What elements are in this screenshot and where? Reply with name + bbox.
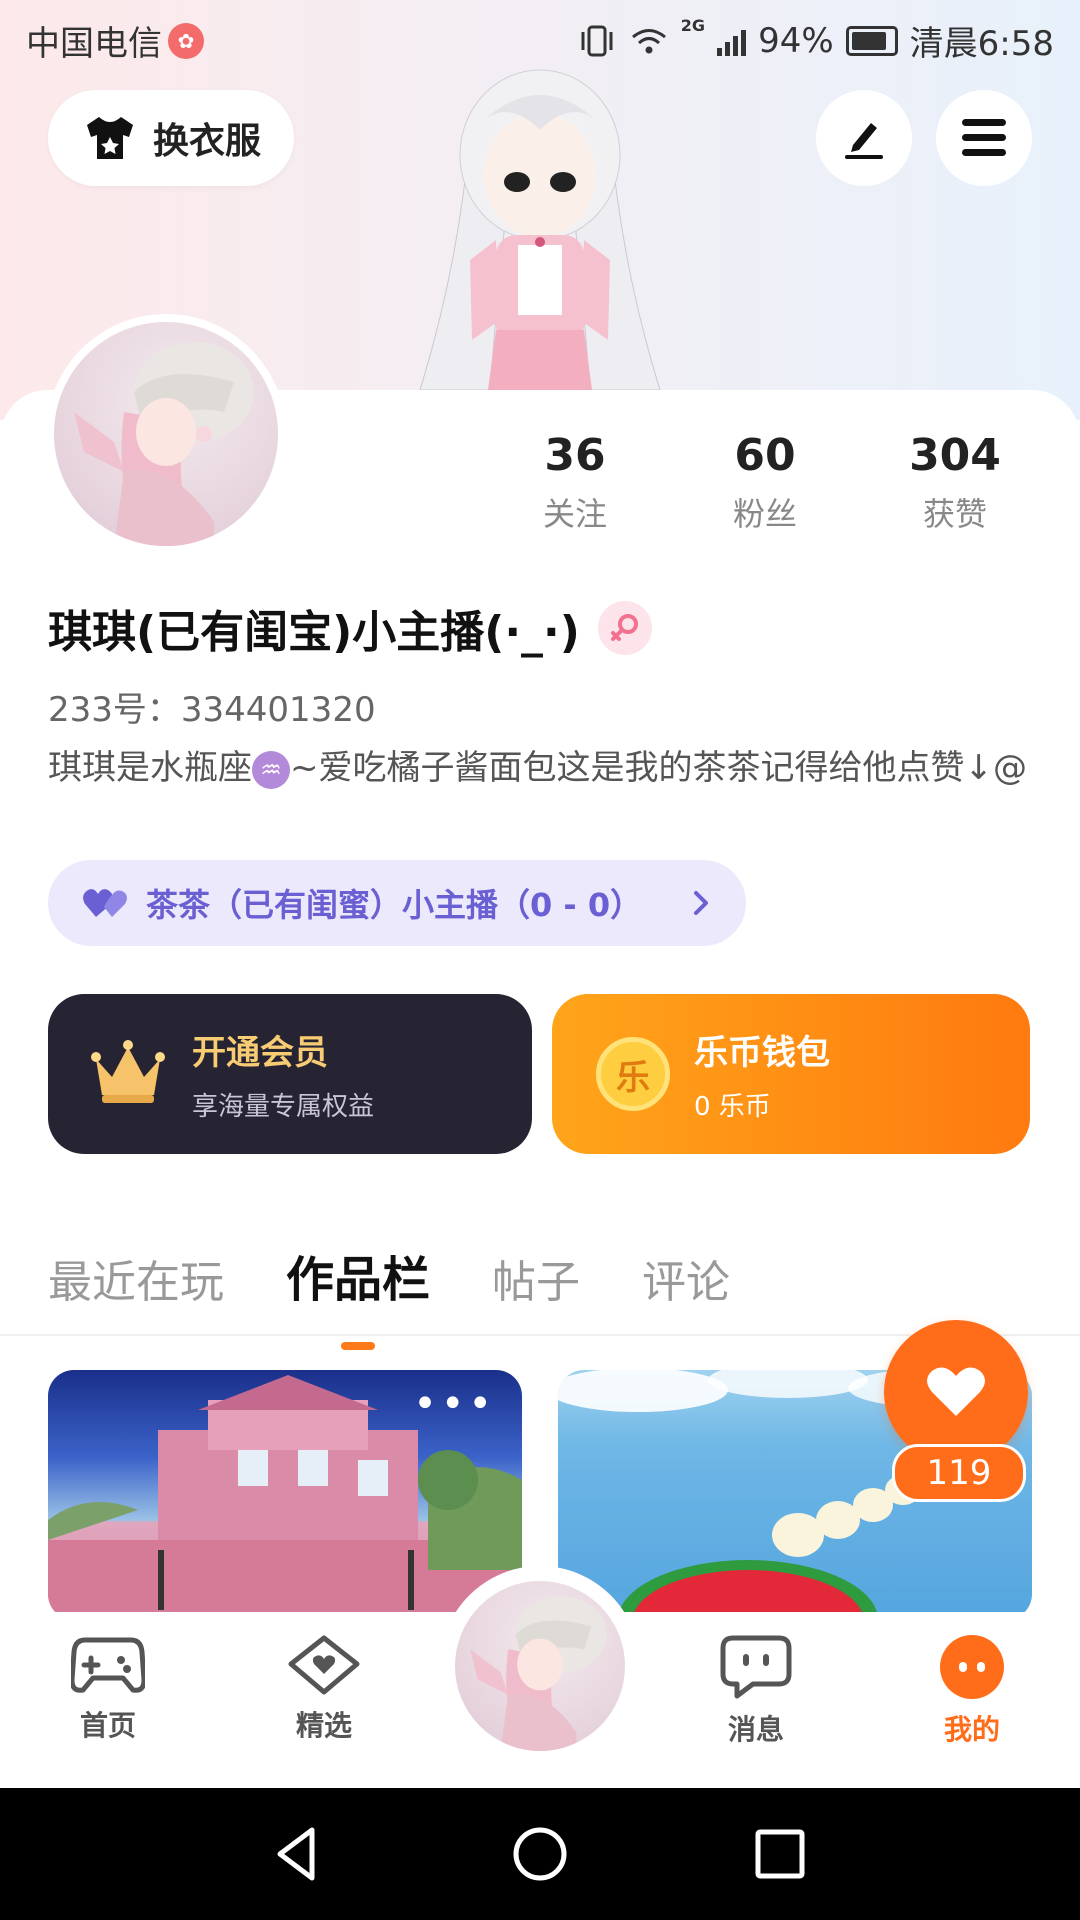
battery-icon — [845, 25, 898, 56]
aquarius-icon: ♒ — [252, 750, 290, 789]
content-tabs: 最近在玩 作品栏 帖子 评论 — [48, 1240, 730, 1350]
tab-works-label: 作品栏 — [286, 1252, 431, 1308]
nav-featured[interactable]: 精选 — [254, 1634, 394, 1744]
wallet-card[interactable]: 乐 乐币钱包 0 乐币 — [552, 994, 1030, 1154]
like-button[interactable] — [884, 1320, 1028, 1464]
active-tab-indicator — [341, 1342, 375, 1350]
chat-icon — [720, 1635, 792, 1699]
following-stat[interactable]: 36 关注 — [480, 430, 670, 535]
tab-posts[interactable]: 帖子 — [492, 1246, 580, 1310]
followers-stat[interactable]: 60 粉丝 — [670, 430, 860, 535]
network-type-label: 2G — [680, 16, 706, 35]
followers-count: 60 — [734, 430, 796, 481]
nav-messages[interactable]: 消息 — [686, 1634, 826, 1748]
double-heart-icon — [83, 889, 127, 917]
carrier-label: 中国电信 — [26, 24, 162, 64]
gamepad-icon — [69, 1637, 147, 1693]
likes-label: 获赞 — [922, 495, 987, 533]
avatar-image — [74, 342, 254, 546]
home-icon[interactable] — [508, 1822, 572, 1886]
nav-home-label: 首页 — [79, 1709, 136, 1742]
menu-icon — [962, 119, 1006, 156]
heart-diamond-icon — [288, 1635, 360, 1695]
tab-works[interactable]: 作品栏 — [286, 1240, 431, 1350]
more-options-icon[interactable]: ••• — [413, 1384, 496, 1424]
back-icon[interactable] — [266, 1822, 330, 1886]
menu-button[interactable] — [936, 90, 1032, 186]
vip-membership-card[interactable]: 开通会员 享海量专属权益 — [48, 994, 532, 1154]
shirt-icon — [86, 117, 133, 159]
avatar-character-illustration — [419, 69, 661, 390]
app-notification-icon: ✿ — [168, 22, 204, 59]
vibrate-icon — [581, 25, 613, 56]
vip-title: 开通会员 — [192, 1033, 328, 1073]
nav-me-label: 我的 — [943, 1713, 1000, 1746]
me-icon — [940, 1635, 1004, 1699]
likes-stat[interactable]: 304 获赞 — [860, 430, 1050, 535]
work-card[interactable]: ••• — [48, 1370, 522, 1620]
user-id: 233号：334401320 — [48, 690, 376, 730]
signal-icon — [717, 26, 747, 56]
female-gender-icon — [597, 601, 652, 655]
pencil-icon — [845, 123, 883, 159]
wallet-balance: 0 乐币 — [694, 1092, 771, 1122]
coin-icon: 乐 — [596, 1037, 670, 1111]
heart-icon — [927, 1367, 985, 1416]
bio-text-part2: ~爱吃橘子酱面包这是我的茶茶记得给他点赞↓@ — [290, 748, 1027, 788]
bottom-navigation: 首页 精选 消息 我的 — [0, 1566, 1080, 1788]
likes-count: 304 — [909, 430, 1001, 481]
profile-bio: 琪琪是水瓶座 ♒ ~爱吃橘子酱面包这是我的茶茶记得给他点赞↓@ — [48, 746, 1038, 790]
profile-name: 琪琪(已有闺宝)小主播(·_·) — [48, 607, 580, 658]
nav-center-avatar[interactable] — [440, 1566, 640, 1766]
following-label: 关注 — [542, 495, 607, 533]
crown-icon — [91, 1040, 165, 1103]
nav-home[interactable]: 首页 — [38, 1634, 178, 1744]
clock: 清晨6:58 — [909, 24, 1054, 64]
bio-text-part1: 琪琪是水瓶座 — [48, 748, 252, 788]
like-count-badge: 119 — [892, 1444, 1026, 1502]
recents-icon[interactable] — [748, 1822, 812, 1886]
wallet-title: 乐币钱包 — [694, 1033, 830, 1073]
change-outfit-label: 换衣服 — [152, 121, 261, 162]
followers-label: 粉丝 — [732, 495, 797, 533]
relationship-link[interactable]: 茶茶（已有闺蜜）小主播（0 - 0） — [48, 860, 746, 946]
tab-comments[interactable]: 评论 — [642, 1246, 730, 1310]
chevron-right-icon — [694, 891, 708, 915]
profile-name-row: 琪琪(已有闺宝)小主播(·_·) — [48, 596, 652, 660]
avatar-image — [470, 1596, 607, 1751]
wifi-icon — [631, 28, 666, 53]
profile-stats: 36 关注 60 粉丝 304 获赞 — [480, 430, 1050, 535]
profile-avatar[interactable] — [46, 314, 286, 554]
tab-recently-played[interactable]: 最近在玩 — [48, 1246, 224, 1310]
vip-subtitle: 享海量专属权益 — [192, 1092, 375, 1122]
edit-profile-button[interactable] — [816, 90, 912, 186]
system-navigation-bar — [0, 1788, 1080, 1920]
nav-me[interactable]: 我的 — [902, 1634, 1042, 1748]
nav-featured-label: 精选 — [295, 1709, 352, 1742]
nav-messages-label: 消息 — [727, 1713, 784, 1746]
battery-percent: 94% — [758, 20, 834, 61]
following-count: 36 — [544, 430, 606, 481]
change-outfit-button[interactable]: 换衣服 — [48, 90, 294, 186]
relationship-label: 茶茶（已有闺蜜）小主播（0 - 0） — [146, 886, 643, 924]
